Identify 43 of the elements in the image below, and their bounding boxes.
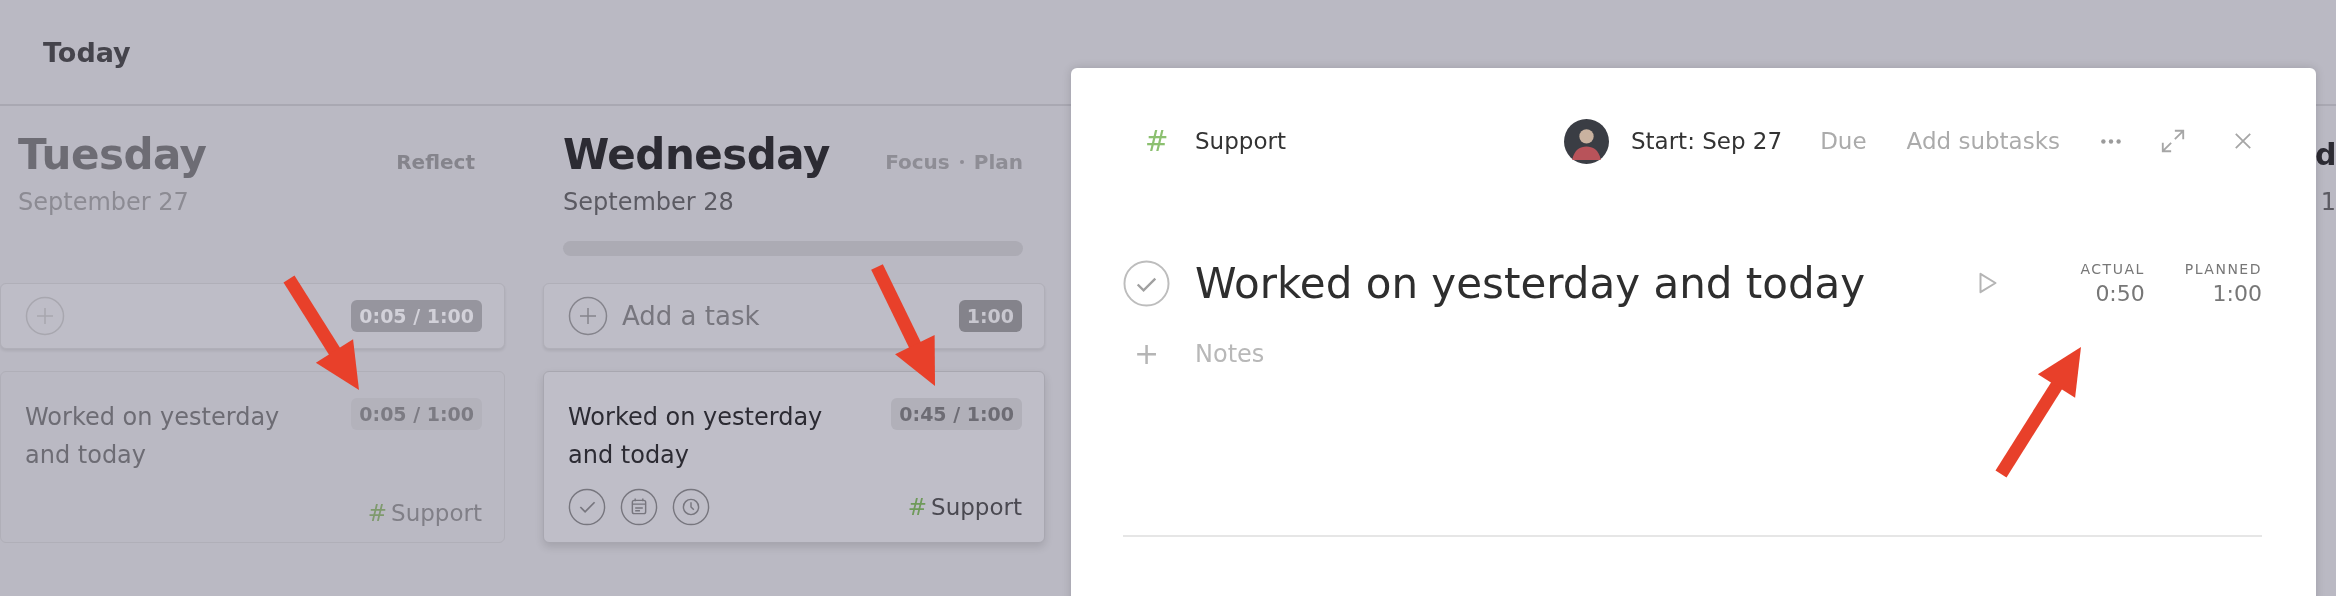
more-icon[interactable] bbox=[2100, 137, 2122, 145]
actual-label: ACTUAL bbox=[2080, 260, 2145, 277]
play-icon[interactable] bbox=[1978, 271, 1999, 295]
time-total-badge: 0:05 / 1:00 bbox=[351, 300, 482, 332]
separator-dot bbox=[959, 160, 964, 164]
tag-icon: # bbox=[1145, 124, 1195, 158]
project-tag[interactable]: # Support bbox=[367, 500, 482, 526]
check-icon[interactable] bbox=[568, 488, 606, 526]
calendar-icon[interactable] bbox=[620, 488, 658, 526]
add-icon[interactable] bbox=[25, 296, 65, 336]
actual-time[interactable]: 0:50 bbox=[2095, 280, 2145, 306]
planned-time[interactable]: 1:00 bbox=[2212, 280, 2262, 306]
expand-icon[interactable] bbox=[2160, 128, 2186, 154]
page-title: Today bbox=[43, 36, 131, 68]
time-badge: 0:45 / 1:00 bbox=[891, 398, 1022, 430]
project-tag[interactable]: # Support bbox=[907, 494, 1022, 520]
day-date: 1 bbox=[2320, 187, 2336, 218]
day-title: Wednesday bbox=[563, 129, 830, 181]
day-date: September 28 bbox=[563, 187, 735, 218]
time-total-badge: 1:00 bbox=[958, 300, 1022, 332]
task-title: Worked on yesterday and today bbox=[25, 402, 281, 471]
add-task-placeholder: Add a task bbox=[622, 301, 760, 331]
task-card[interactable]: Worked on yesterday and today 0:05 / 1:00 # Support bbox=[0, 371, 505, 543]
project-label[interactable]: Support bbox=[1195, 128, 1286, 154]
task-card[interactable]: Worked on yesterday and today 0:45 / 1:00 # Support bbox=[543, 371, 1045, 543]
time-badge: 0:05 / 1:00 bbox=[351, 398, 482, 430]
day-title: d bbox=[2315, 136, 2336, 174]
task-title[interactable]: Worked on yesterday and today bbox=[1195, 258, 1866, 308]
add-subtasks-link[interactable]: Add subtasks bbox=[1906, 128, 2060, 154]
avatar-icon[interactable] bbox=[1563, 118, 1609, 164]
close-icon[interactable] bbox=[2234, 132, 2252, 150]
add-task-field[interactable]: 0:05 / 1:00 bbox=[0, 283, 505, 349]
day-title: Tuesday bbox=[18, 129, 207, 181]
task-title: Worked on yesterday and today bbox=[568, 402, 824, 471]
planned-label: PLANNED bbox=[2184, 260, 2262, 277]
notes-field[interactable]: Notes bbox=[1195, 339, 1595, 368]
complete-checkbox[interactable] bbox=[1123, 259, 1170, 307]
add-task-field[interactable]: Add a task 1:00 bbox=[543, 283, 1045, 349]
add-icon[interactable] bbox=[568, 296, 608, 336]
start-date-link[interactable]: Start: Sep 27 bbox=[1630, 128, 1783, 154]
due-link[interactable]: Due bbox=[1820, 128, 1867, 154]
clock-icon[interactable] bbox=[672, 488, 710, 526]
add-notes-icon[interactable]: + bbox=[1123, 336, 1170, 371]
